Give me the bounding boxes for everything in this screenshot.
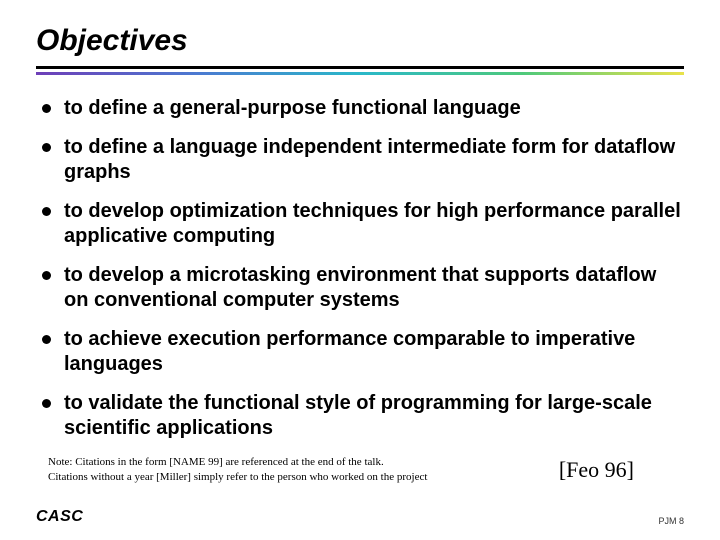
slide-title: Objectives (36, 24, 684, 58)
footnote-line: Note: Citations in the form [NAME 99] ar… (48, 455, 427, 470)
bullet-list: to define a general-purpose functional l… (36, 96, 684, 441)
list-item: to develop a microtasking environment th… (36, 263, 684, 313)
slide: Objectives to define a general-purpose f… (0, 0, 720, 540)
divider-top (36, 66, 684, 69)
list-item: to develop optimization techniques for h… (36, 199, 684, 249)
citation: [Feo 96] (559, 455, 684, 483)
divider-gradient (36, 72, 684, 75)
list-item: to define a general-purpose functional l… (36, 96, 684, 121)
footer: CASC PJM 8 (36, 508, 684, 526)
footer-right: PJM 8 (658, 516, 684, 526)
footnote: Note: Citations in the form [NAME 99] ar… (48, 455, 427, 485)
content-area: to define a general-purpose functional l… (36, 78, 684, 485)
note-row: Note: Citations in the form [NAME 99] ar… (36, 455, 684, 485)
footer-left: CASC (36, 508, 83, 526)
list-item: to achieve execution performance compara… (36, 327, 684, 377)
footnote-line: Citations without a year [Miller] simply… (48, 470, 427, 485)
list-item: to define a language independent interme… (36, 135, 684, 185)
list-item: to validate the functional style of prog… (36, 391, 684, 441)
